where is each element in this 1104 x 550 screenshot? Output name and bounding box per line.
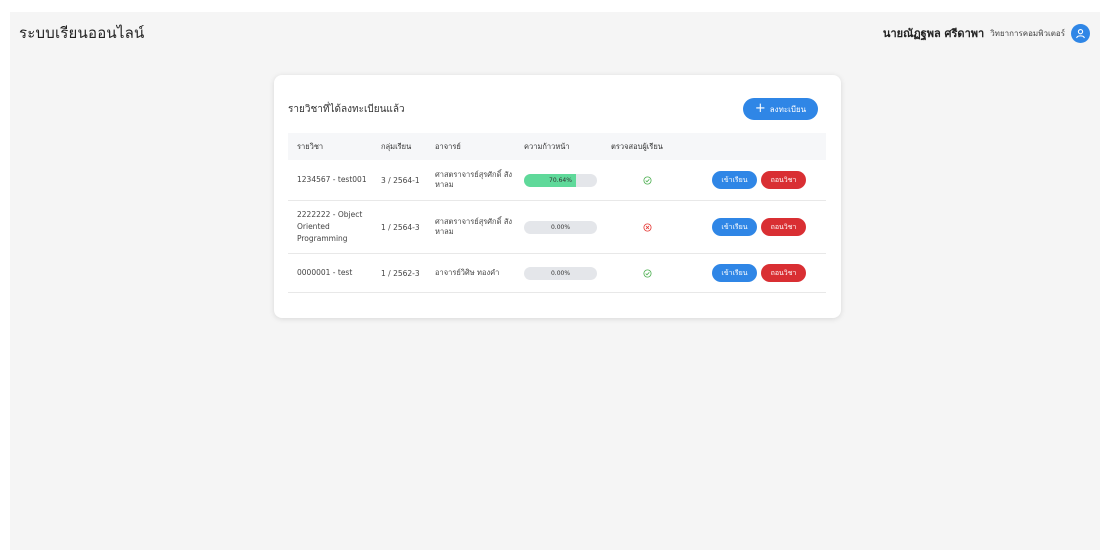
row-actions: เข้าเรียน ถอนวิชา: [692, 264, 826, 282]
table-row: 1234567 - test001 3 / 2564-1 ศาสตราจารย์…: [288, 160, 826, 201]
verify-cell: [602, 222, 692, 232]
user-menu[interactable]: นายณัฏฐพล ศรีดาพา วิทยาการคอมพิวเตอร์: [882, 23, 1090, 43]
top-bar: ระบบเรียนออนไลน์ นายณัฏฐพล ศรีดาพา วิทยา…: [10, 12, 1100, 54]
progress-label: 70.64%: [549, 176, 572, 184]
course-name: 1234567 - test001: [297, 175, 367, 184]
enroll-button-label: ลงทะเบียน: [769, 104, 807, 114]
course-name: 0000001 - test: [297, 268, 353, 277]
course-teacher: ศาสตราจารย์สุรศักดิ์ สังหาลม: [435, 217, 513, 236]
plus-icon: +: [754, 101, 766, 116]
row-actions: เข้าเรียน ถอนวิชา: [692, 171, 826, 189]
progress-bar: 0.00%: [524, 220, 597, 234]
progress-label: 0.00%: [550, 269, 571, 277]
check-circle-icon: [642, 175, 652, 185]
course-group: 1 / 2562-3: [381, 268, 420, 278]
course-teacher: อาจารย์วิศิษ ทองคำ: [435, 268, 500, 277]
column-header-course: รายวิชา: [297, 141, 324, 151]
column-header-progress: ความก้าวหน้า: [524, 141, 570, 151]
column-header-teacher: อาจารย์: [435, 141, 461, 151]
drop-course-button[interactable]: ถอนวิชา: [761, 218, 806, 236]
user-name: นายณัฏฐพล ศรีดาพา: [882, 27, 985, 40]
check-circle-icon: [642, 268, 652, 278]
table-row: 0000001 - test 1 / 2562-3 อาจารย์วิศิษ ท…: [288, 254, 826, 293]
drop-course-button[interactable]: ถอนวิชา: [761, 171, 806, 189]
enter-class-button[interactable]: เข้าเรียน: [712, 218, 757, 236]
table-row: 2222222 - Object Oriented Programming 1 …: [288, 201, 826, 254]
verify-cell: [602, 268, 692, 278]
course-group: 3 / 2564-1: [381, 175, 420, 185]
drop-course-button[interactable]: ถอนวิชา: [761, 264, 806, 282]
card-title: รายวิชาที่ได้ลงทะเบียนแล้ว: [288, 104, 405, 115]
course-teacher: ศาสตราจารย์สุรศักดิ์ สังหาลม: [435, 170, 513, 189]
column-header-verify: ตรวจสอบผู้เรียน: [611, 141, 663, 151]
course-name: 2222222 - Object Oriented Programming: [297, 210, 363, 243]
progress-bar: 70.64%: [524, 173, 597, 187]
progress-cell: 0.00%: [515, 266, 602, 280]
course-group: 1 / 2564-3: [381, 222, 420, 232]
user-department: วิทยาการคอมพิวเตอร์: [990, 28, 1065, 38]
x-circle-icon: [642, 222, 652, 232]
user-icon: [1076, 28, 1085, 38]
table-header: รายวิชา กลุ่มเรียน อาจารย์ ความก้าวหน้า …: [288, 133, 826, 160]
column-header-group: กลุ่มเรียน: [381, 141, 412, 151]
enter-class-button[interactable]: เข้าเรียน: [712, 264, 757, 282]
verify-cell: [602, 175, 692, 185]
progress-bar: 0.00%: [524, 266, 597, 280]
app-shell: ระบบเรียนออนไลน์ นายณัฏฐพล ศรีดาพา วิทยา…: [10, 12, 1100, 550]
enroll-button[interactable]: + ลงทะเบียน: [743, 98, 818, 120]
row-actions: เข้าเรียน ถอนวิชา: [692, 218, 826, 236]
enter-class-button[interactable]: เข้าเรียน: [712, 171, 757, 189]
progress-cell: 0.00%: [515, 220, 602, 234]
app-title[interactable]: ระบบเรียนออนไลน์: [19, 21, 144, 45]
avatar[interactable]: [1071, 23, 1090, 43]
progress-cell: 70.64%: [515, 173, 602, 187]
enrolled-courses-card: รายวิชาที่ได้ลงทะเบียนแล้ว + ลงทะเบียน ร…: [274, 75, 841, 318]
progress-label: 0.00%: [550, 223, 571, 231]
